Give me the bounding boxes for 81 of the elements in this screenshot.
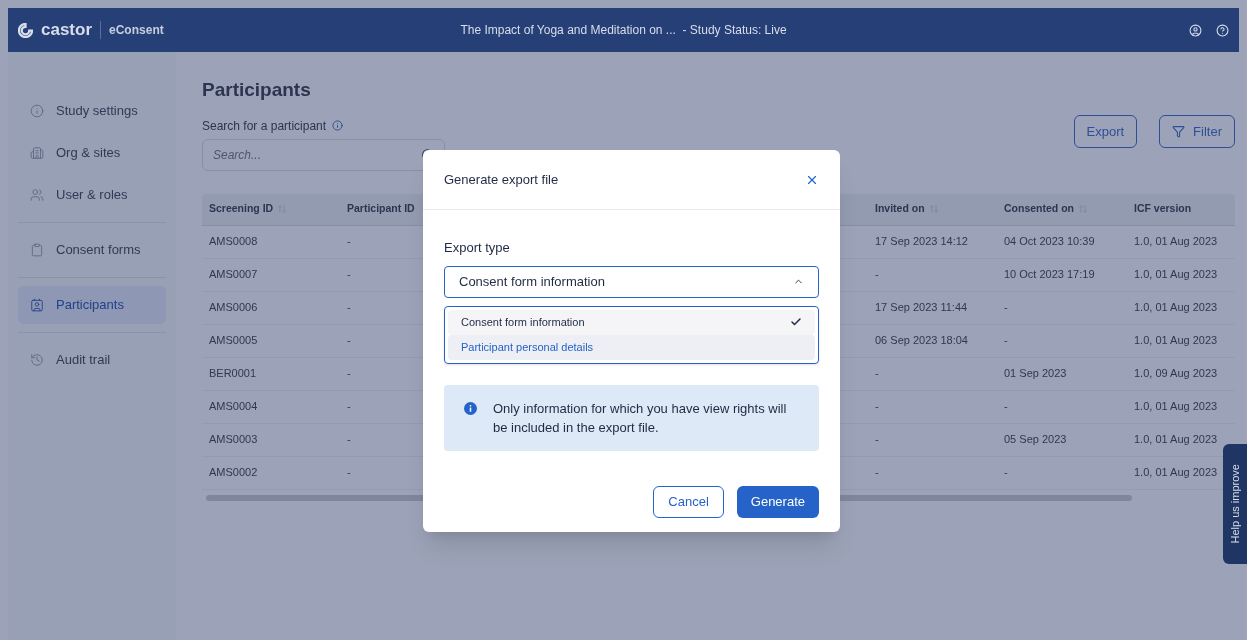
study-title: The Impact of Yoga and Meditation on ... - Study Status: Live <box>459 22 788 39</box>
column-header: Screening ID <box>209 201 274 217</box>
sidebar-item[interactable]: Consent forms <box>18 231 166 269</box>
table-cell: AMS0002 <box>209 466 258 479</box>
feedback-tab[interactable]: Help us improve <box>1223 444 1247 564</box>
table-cell: 17 Sep 2023 11:44 <box>875 301 968 314</box>
sidebar-item[interactable]: Org & sites <box>18 134 166 172</box>
table-cell: - <box>347 334 351 347</box>
history-icon <box>30 353 44 367</box>
sidebar-item[interactable]: User & roles <box>18 176 166 214</box>
people-icon <box>30 188 44 202</box>
table-cell: - <box>347 400 351 413</box>
table-cell: - <box>875 433 879 446</box>
info-icon <box>464 401 477 415</box>
filter-button[interactable]: Filter <box>1159 115 1235 148</box>
table-cell: - <box>347 433 351 446</box>
export-button[interactable]: Export <box>1073 115 1138 148</box>
table-cell: 01 Sep 2023 <box>1004 367 1067 380</box>
table-cell: - <box>875 268 879 281</box>
sidebar-item[interactable]: Audit trail <box>18 341 166 379</box>
dropdown-option[interactable]: Participant personal details <box>448 334 815 360</box>
generate-button[interactable]: Generate <box>736 485 819 518</box>
funnel-icon <box>1172 125 1186 138</box>
table-cell: - <box>875 466 879 479</box>
sidebar-item[interactable]: Participants <box>18 286 166 324</box>
search-label: Search for a participant <box>202 117 327 135</box>
column-header: Consented on <box>1004 201 1074 217</box>
table-cell: AMS0006 <box>209 301 258 314</box>
product-name: eConsent <box>100 21 164 39</box>
table-cell: 10 Oct 2023 17:19 <box>1004 268 1095 281</box>
table-cell: 1.0, 01 Aug 2023 <box>1134 466 1218 479</box>
table-cell: AMS0005 <box>209 334 258 347</box>
logo-icon <box>18 22 33 38</box>
page-title: Participants <box>202 78 312 102</box>
table-cell: - <box>875 400 879 413</box>
info-icon <box>30 104 44 118</box>
clipboard-icon <box>30 243 44 257</box>
table-cell: 17 Sep 2023 14:12 <box>875 235 968 248</box>
table-cell: - <box>347 235 351 248</box>
contact-card-icon <box>30 298 44 312</box>
table-cell: 1.0, 01 Aug 2023 <box>1134 301 1218 314</box>
table-cell: - <box>1004 466 1008 479</box>
table-cell: - <box>347 301 351 314</box>
table-cell: AMS0003 <box>209 433 258 446</box>
table-cell: - <box>347 268 351 281</box>
column-header: Invited on <box>875 201 925 217</box>
search-field[interactable]: Search... <box>202 138 445 171</box>
table-cell: - <box>1004 301 1008 314</box>
cancel-button[interactable]: Cancel <box>653 485 724 518</box>
field-label: Export type <box>444 239 511 257</box>
check-icon <box>790 316 802 328</box>
dialog-title: Generate export file <box>444 170 559 189</box>
export-type-select[interactable]: Consent form information <box>444 265 819 298</box>
account-icon[interactable] <box>1189 23 1202 37</box>
table-cell: BER0001 <box>209 367 257 380</box>
table-cell: 1.0, 01 Aug 2023 <box>1134 400 1218 413</box>
sidebar-item[interactable]: Study settings <box>18 92 166 130</box>
table-cell: - <box>875 367 879 380</box>
logo-text: castor <box>41 19 93 42</box>
table-cell: - <box>347 466 351 479</box>
table-cell: 04 Oct 2023 10:39 <box>1004 235 1095 248</box>
table-cell: 1.0, 01 Aug 2023 <box>1134 433 1218 446</box>
info-text: Only information for which you have view rights will be included in the export file. <box>493 399 788 437</box>
table-cell: 1.0, 01 Aug 2023 <box>1134 268 1218 281</box>
table-cell: 1.0, 01 Aug 2023 <box>1134 235 1218 248</box>
building-icon <box>30 146 44 160</box>
table-cell: 05 Sep 2023 <box>1004 433 1067 446</box>
column-header: ICF version <box>1134 201 1192 217</box>
table-cell: - <box>1004 334 1008 347</box>
column-header: Participant ID <box>347 201 415 217</box>
help-icon[interactable] <box>1216 23 1229 37</box>
table-cell: AMS0008 <box>209 235 258 248</box>
table-cell: 06 Sep 2023 18:04 <box>875 334 968 347</box>
table-cell: 1.0, 09 Aug 2023 <box>1134 367 1218 380</box>
dropdown-option[interactable]: Consent form information <box>448 309 815 335</box>
table-cell: AMS0007 <box>209 268 258 281</box>
table-cell: - <box>1004 400 1008 413</box>
table-cell: 1.0, 01 Aug 2023 <box>1134 334 1218 347</box>
table-cell: - <box>347 367 351 380</box>
table-cell: AMS0004 <box>209 400 258 413</box>
info-icon[interactable] <box>332 120 344 131</box>
